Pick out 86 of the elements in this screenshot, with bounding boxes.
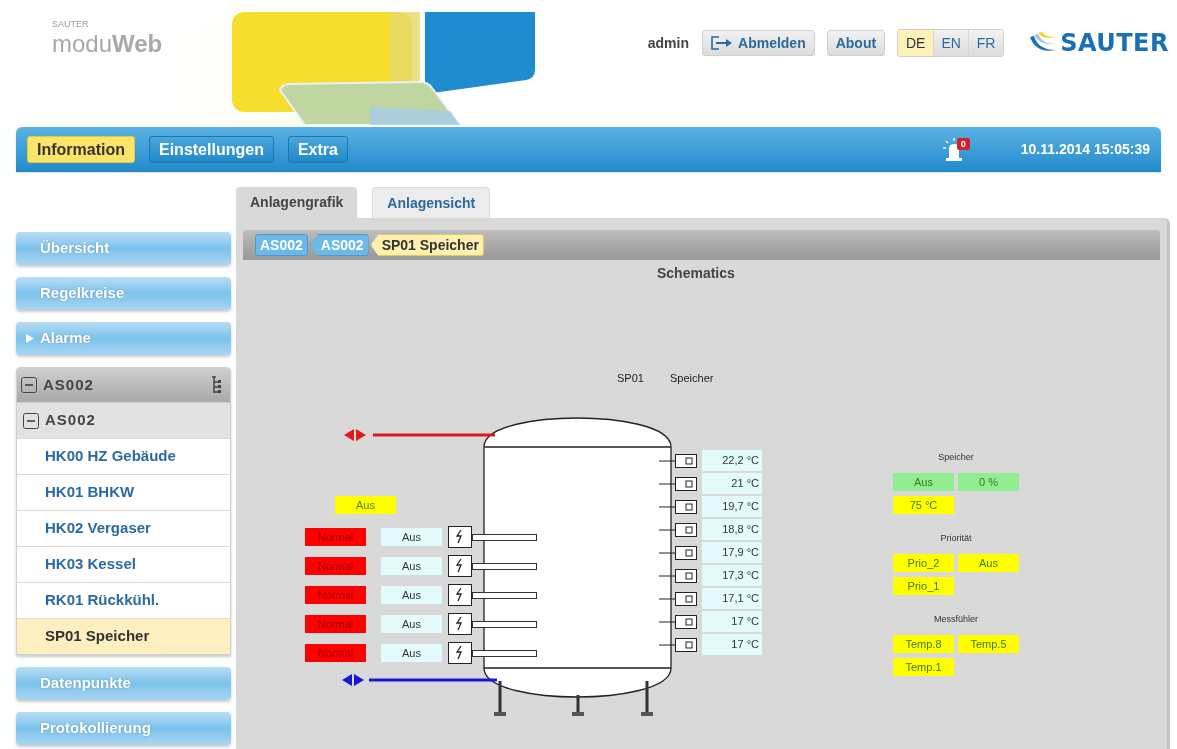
heating-rod <box>472 562 537 570</box>
tree-view-icon <box>210 376 222 394</box>
collapse-icon[interactable] <box>23 412 39 429</box>
value-field: 17 °C <box>702 611 762 632</box>
tree-item[interactable]: HK01 BHKW <box>17 474 230 510</box>
value-field: Aus <box>381 586 442 604</box>
value-field: Prio_1 <box>893 577 954 595</box>
group-title: Speicher <box>938 451 974 464</box>
language-button[interactable]: FR <box>968 30 1004 56</box>
nav-tab[interactable]: Einstellungen <box>149 136 274 163</box>
value-field: 75 °C <box>893 496 954 514</box>
heater-icon <box>448 584 472 606</box>
heating-rod <box>472 591 537 599</box>
tree-node[interactable]: AS002 <box>45 409 96 432</box>
date-time: 10.11.2014 15:05:39 <box>1020 140 1150 159</box>
schematic-title: Schematics <box>657 264 735 283</box>
heater-icon <box>448 613 472 635</box>
value-field: Aus <box>381 528 442 546</box>
tab[interactable]: Anlagengrafik <box>236 187 358 218</box>
company-logo: SAUTER <box>1060 31 1169 55</box>
tree-node[interactable]: AS002 <box>43 373 94 397</box>
value-field: Aus <box>958 554 1019 572</box>
status-field: Aus <box>335 496 396 514</box>
status-field: Normal <box>305 615 366 633</box>
value-field: Aus <box>893 473 954 491</box>
value-field: Prio_2 <box>893 554 954 572</box>
status-field: Normal <box>305 528 366 546</box>
sensor-icon <box>659 476 697 491</box>
sensor-icon <box>659 591 697 606</box>
heater-icon <box>448 555 472 577</box>
value-field: 17,9 °C <box>702 542 762 563</box>
logout-button[interactable]: Abmelden <box>702 30 815 56</box>
status-field: Normal <box>305 644 366 662</box>
tree-item[interactable]: SP01 Speicher <box>17 618 230 654</box>
group-title: Messfühler <box>934 613 978 626</box>
group-title: Priorität <box>940 532 972 545</box>
alarm-button[interactable]: 0 <box>942 136 977 163</box>
sensor-icon <box>659 545 697 560</box>
breadcrumb-item[interactable]: SP01 Speicher <box>370 234 484 256</box>
value-field: Temp.1 <box>893 658 954 676</box>
value-field: 19,7 °C <box>702 496 762 517</box>
brand-label: SAUTER <box>52 20 90 29</box>
nav-tab[interactable]: Information <box>27 136 135 163</box>
product-name: moduWeb <box>52 29 163 59</box>
tree-item[interactable]: RK01 Rückkühl. <box>17 582 230 618</box>
value-field: Aus <box>381 644 442 662</box>
tree-item[interactable]: HK03 Kessel <box>17 546 230 582</box>
value-field: 0 % <box>958 473 1019 491</box>
heater-icon <box>448 526 472 548</box>
status-field: Normal <box>305 557 366 575</box>
alarm-count-badge: 0 <box>956 137 970 150</box>
sensor-icon <box>659 568 697 583</box>
nav-tab[interactable]: Extra <box>287 136 348 163</box>
value-field: 21 °C <box>702 473 762 494</box>
heating-rod <box>472 649 537 657</box>
tab[interactable]: Anlagensicht <box>372 187 491 218</box>
value-field: Aus <box>381 615 442 633</box>
tree-item[interactable]: HK02 Vergaser <box>17 510 230 546</box>
value-field: Aus <box>381 557 442 575</box>
value-field: Temp.5 <box>958 635 1019 653</box>
value-field: 22,2 °C <box>702 450 762 471</box>
sensor-icon <box>659 637 697 652</box>
heater-icon <box>448 642 472 664</box>
value-field: Temp.8 <box>893 635 954 653</box>
logout-icon <box>711 36 733 50</box>
expand-arrow-icon <box>26 334 34 343</box>
language-button[interactable]: EN <box>933 30 969 56</box>
alarm-light-icon <box>942 137 965 162</box>
heating-rod <box>472 533 537 541</box>
user-name: admin <box>647 33 689 53</box>
value-field: 17,3 °C <box>702 565 762 586</box>
sensor-icon <box>659 522 697 537</box>
sensor-icon <box>659 453 697 468</box>
device-id: SP01 <box>617 371 644 386</box>
status-field: Normal <box>305 586 366 604</box>
heating-rod <box>472 620 537 628</box>
about-button[interactable]: About <box>826 30 886 56</box>
collapse-icon[interactable] <box>21 377 37 393</box>
tree-item[interactable]: HK00 HZ Gebäude <box>17 438 230 474</box>
value-field: 18,8 °C <box>702 519 762 540</box>
device-name: Speicher <box>670 371 714 386</box>
sensor-icon <box>659 614 697 629</box>
sensor-icon <box>659 499 697 514</box>
value-field: 17,1 °C <box>702 588 762 609</box>
value-field: 17 °C <box>702 634 762 655</box>
language-button[interactable]: DE <box>898 30 934 56</box>
